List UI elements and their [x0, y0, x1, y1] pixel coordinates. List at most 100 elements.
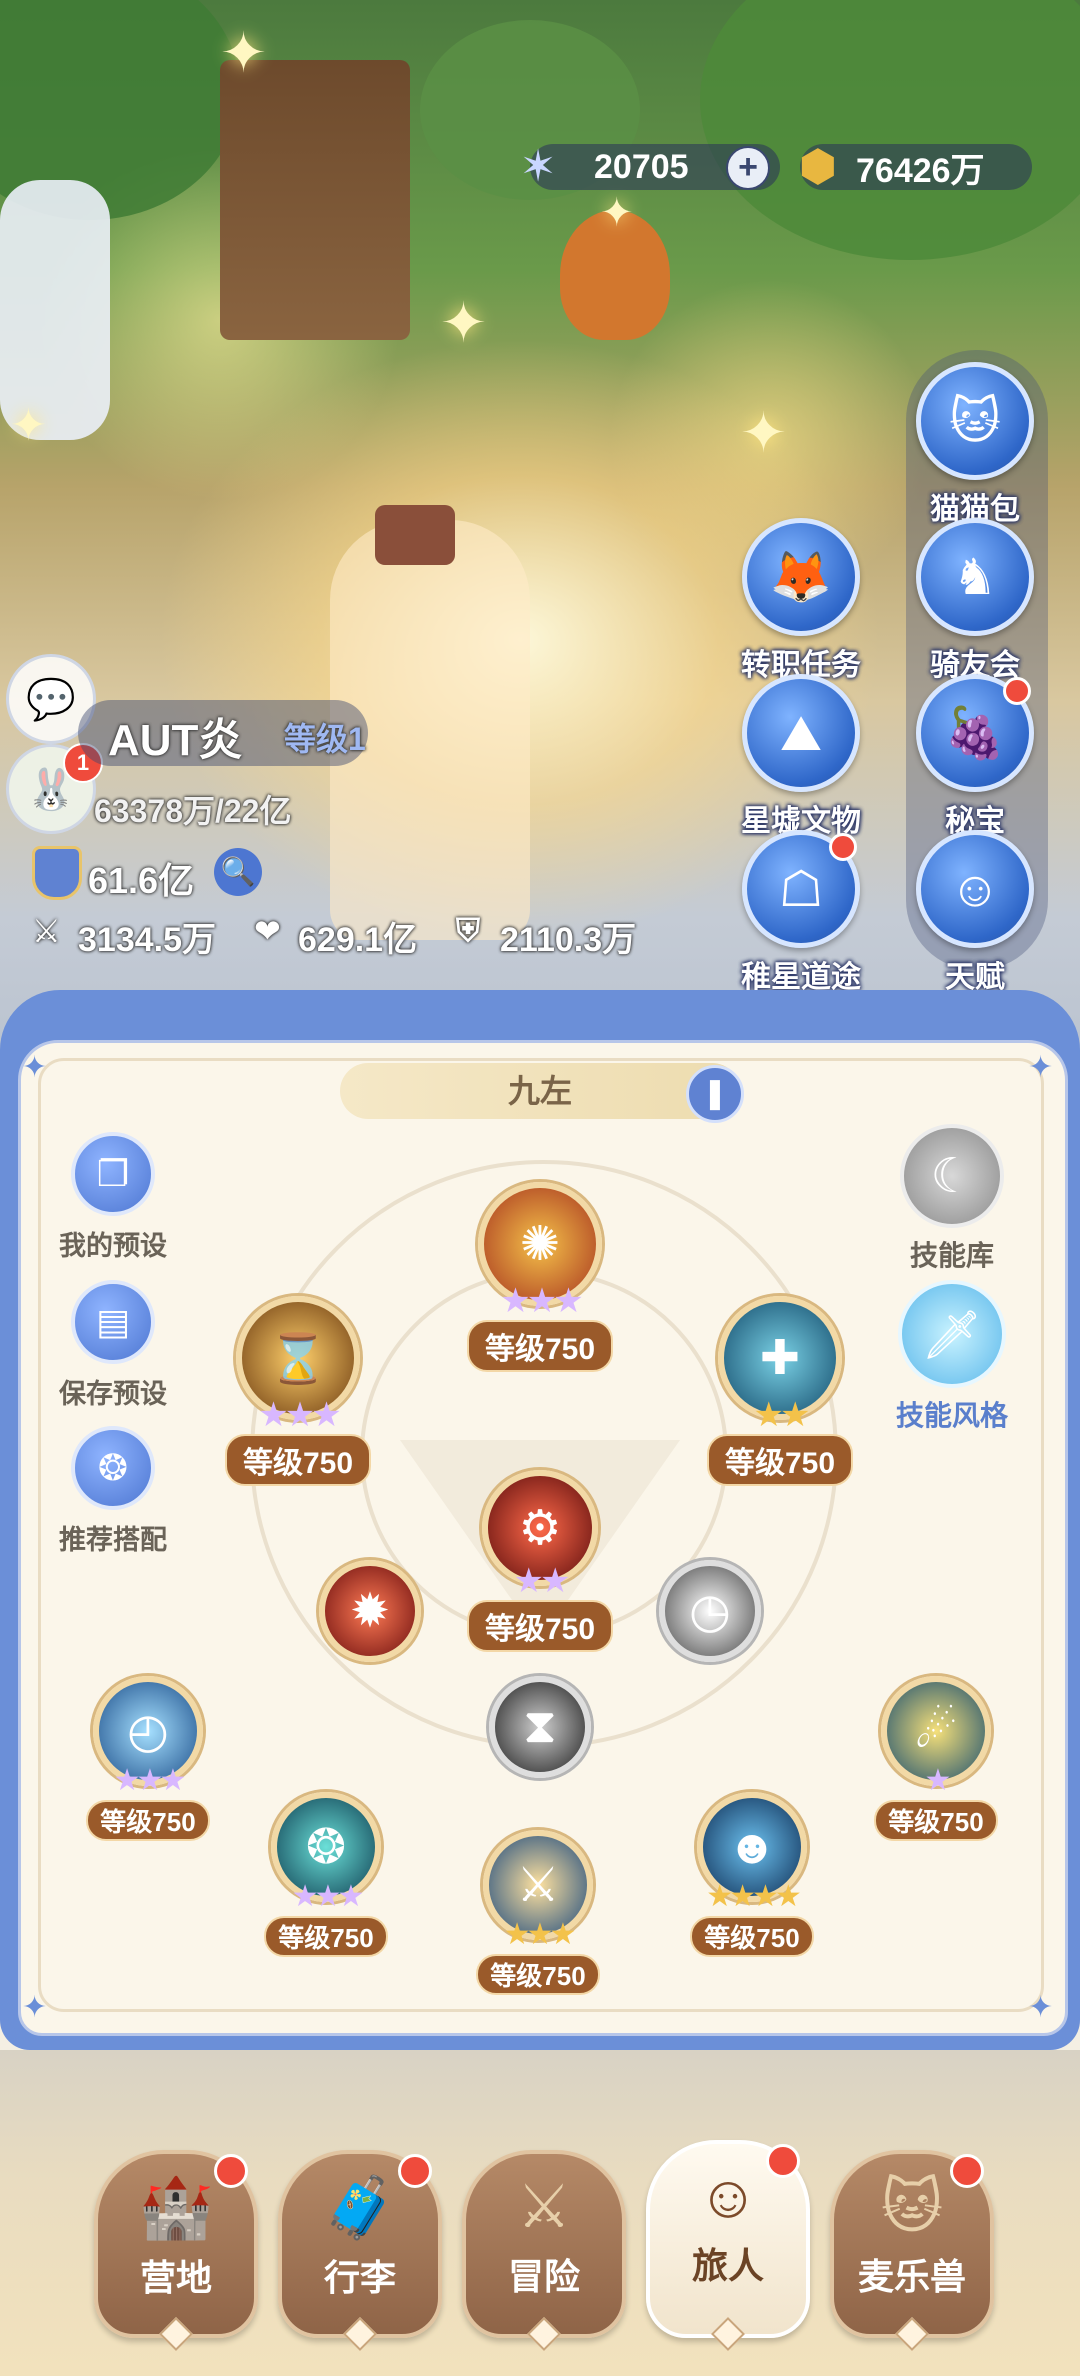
left-button-label: 我的预设 — [59, 1231, 167, 1261]
skill-stars: ★★ — [513, 1562, 571, 1600]
skill-level-badge: 等级750 — [466, 1320, 614, 1372]
skill-level-badge: 等级750 — [476, 1954, 600, 1995]
moon-icon: ☾ — [900, 1124, 1004, 1228]
skill-slot[interactable]: ⚔ ★★★ 等级750 — [468, 1830, 608, 1995]
nav-camp[interactable]: 🏰 营地 — [94, 2150, 258, 2351]
inspect-search-button[interactable]: 🔍 — [214, 848, 262, 896]
skill-slot[interactable]: ☻ ★★★★ 等级750 — [682, 1792, 822, 1957]
skill-level-badge: 等级750 — [224, 1434, 372, 1486]
sparkle-icon: ✦ — [10, 401, 47, 450]
skill-slot[interactable]: ✚ ★★ 等级750 — [700, 1296, 860, 1486]
notification-dot — [1003, 677, 1031, 705]
side-button-star-path[interactable]: ☖ 稚星道途 — [726, 830, 876, 996]
nav-label: 冒险 — [507, 2256, 580, 2297]
skill-level-badge: 等级750 — [86, 1800, 210, 1841]
side-button-rider-club[interactable]: ♞ 骑友会 — [900, 518, 1050, 684]
save-icon: ▤ — [71, 1280, 155, 1364]
skill-stars: ★★★ — [291, 1880, 365, 1913]
sparkle-icon: ✦ — [740, 401, 787, 464]
sword-style-icon: 🗡 — [898, 1280, 1006, 1388]
nav-luggage[interactable]: 🧳 行李 — [278, 2150, 442, 2351]
my-presets-button[interactable]: ❐ 我的预设 — [38, 1132, 188, 1263]
skill-stars: ★★★ — [500, 1282, 583, 1320]
chat-bubble-icon: 💬 — [26, 677, 76, 722]
skill-slot-small[interactable]: ◷ — [658, 1560, 762, 1662]
corner-ornament-icon: ✦ — [1028, 1051, 1054, 1084]
crossed-swords-icon: ⚔ — [517, 2173, 571, 2240]
preset-name: 九左 — [507, 1073, 572, 1109]
heart-icon: ❤ — [254, 913, 281, 949]
sparkle-icon: ✦ — [220, 21, 267, 84]
skill-level-badge: 等级750 — [690, 1916, 814, 1957]
skill-level-badge: 等级750 — [874, 1800, 998, 1841]
player-name: AUT炎 — [108, 716, 243, 765]
corner-ornament-icon: ✦ — [22, 1051, 48, 1084]
notification-dot — [766, 2144, 800, 2178]
gold-currency-value: 76426万 — [856, 151, 985, 190]
preset-book-icon[interactable]: ❚ — [686, 1065, 744, 1123]
notification-dot — [829, 833, 857, 861]
preset-name-tab[interactable]: 九左 — [340, 1063, 740, 1119]
recommend-build-button[interactable]: ❂ 推荐搭配 — [38, 1426, 188, 1557]
gold-currency-icon: ⬢ — [798, 141, 838, 191]
mountain-relic-icon: ⛰ — [742, 674, 860, 792]
skill-slot[interactable]: ❂ ★★★ 等级750 — [256, 1792, 396, 1957]
left-button-label: 推荐搭配 — [59, 1525, 167, 1555]
pet-avatar-button[interactable]: 🐰 1 — [6, 743, 103, 834]
player-defense: 2110.3万 — [500, 921, 637, 959]
fox-mask-icon: 🦊 — [742, 518, 860, 636]
skill-slot[interactable]: ✺ ★★★ 等级750 — [460, 1182, 620, 1372]
left-button-label: 保存预设 — [59, 1379, 167, 1409]
side-button-cat-bag[interactable]: 🐱 猫猫包 — [900, 362, 1050, 528]
skill-stars: ★★★ — [113, 1764, 187, 1797]
shield-power-icon — [32, 846, 82, 900]
skill-library-button[interactable]: ☾ 技能库 — [882, 1124, 1022, 1274]
player-hp: 629.1亿 — [298, 921, 418, 959]
grey-hourglass-icon: ⧗ — [489, 1676, 591, 1778]
right-button-label: 技能库 — [909, 1240, 994, 1271]
side-button-star-relics[interactable]: ⛰ 星墟文物 — [726, 674, 876, 840]
notification-dot — [398, 2154, 432, 2188]
cards-icon: ❐ — [71, 1132, 155, 1216]
skill-stars: ★★★ — [258, 1396, 341, 1434]
skill-slot-small[interactable]: ✹ — [318, 1560, 422, 1662]
nav-label: 营地 — [139, 2257, 212, 2298]
recommend-icon: ❂ — [71, 1426, 155, 1510]
star-currency-value: 20705 — [594, 147, 689, 186]
notification-dot — [950, 2154, 984, 2188]
tree-foliage — [700, 0, 1080, 260]
side-button-job-quest[interactable]: 🦊 转职任务 — [726, 518, 876, 684]
skill-stars: ★★★★ — [706, 1880, 802, 1913]
sparkle-icon: ✦ — [440, 291, 487, 354]
corner-ornament-icon: ✦ — [1028, 1991, 1054, 2024]
side-button-treasure[interactable]: 🍇 秘宝 — [900, 674, 1050, 840]
head-brain-icon: ☺ — [916, 830, 1034, 948]
nav-label: 旅人 — [691, 2245, 764, 2286]
skill-stars: ★★★ — [503, 1918, 577, 1951]
skill-slot-small[interactable]: ⧗ — [488, 1676, 592, 1778]
grey-clock-icon: ◷ — [659, 1560, 761, 1662]
skill-level-badge: 等级750 — [466, 1600, 614, 1652]
skill-slot[interactable]: ☄ ★ 等级750 — [866, 1676, 1006, 1841]
skill-slot[interactable]: ⌛ ★★★ 等级750 — [218, 1296, 378, 1486]
nav-adventure[interactable]: ⚔ 冒险 — [462, 2150, 626, 2351]
side-button-talent[interactable]: ☺ 天赋 — [900, 830, 1050, 996]
nav-beast[interactable]: 🐱 麦乐兽 — [830, 2150, 994, 2351]
nav-label: 行李 — [323, 2257, 396, 2298]
skill-style-button[interactable]: 🗡 技能风格 — [882, 1280, 1022, 1434]
notification-dot — [214, 2154, 248, 2188]
save-preset-button[interactable]: ▤ 保存预设 — [38, 1280, 188, 1411]
red-swirl-icon: ✹ — [319, 1560, 421, 1662]
player-power: 61.6亿 — [88, 860, 195, 901]
player-exp: 63378万/22亿 — [94, 793, 292, 829]
cat-bag-icon: 🐱 — [916, 362, 1034, 480]
nav-traveler[interactable]: ☺ 旅人 — [646, 2140, 810, 2351]
skill-stars: ★★ — [753, 1396, 811, 1434]
right-button-label: 技能风格 — [895, 1400, 1008, 1431]
skill-slot[interactable]: ⚙ ★★ 等级750 — [460, 1470, 620, 1652]
corner-ornament-icon: ✦ — [22, 1991, 48, 2024]
player-hat — [375, 505, 455, 565]
add-currency-button[interactable]: + — [726, 146, 770, 190]
skill-slot[interactable]: ◴ ★★★ 等级750 — [78, 1676, 218, 1841]
skill-level-badge: 等级750 — [706, 1434, 854, 1486]
